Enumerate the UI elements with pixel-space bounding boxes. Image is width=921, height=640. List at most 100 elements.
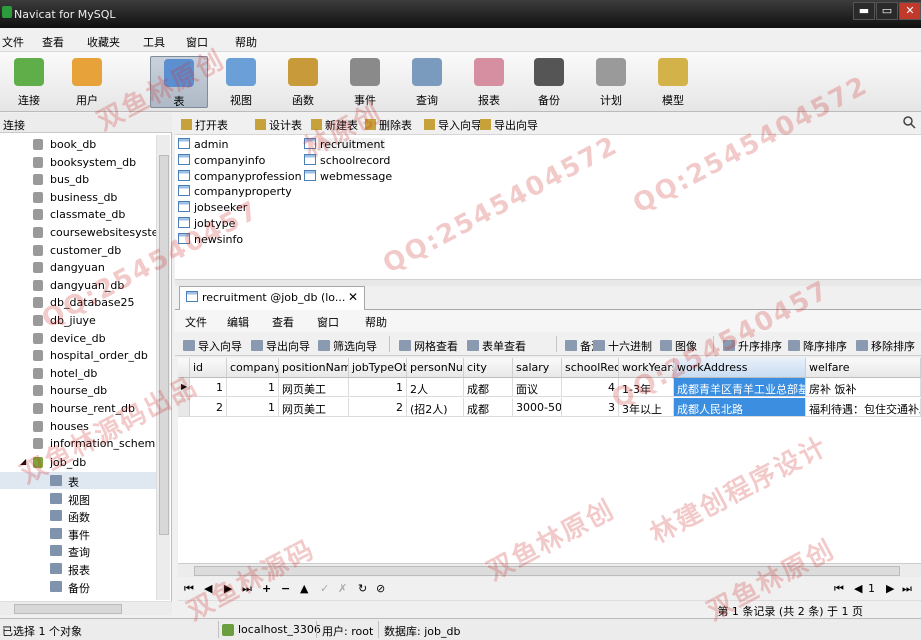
tree-item-function[interactable]: 函数 — [0, 507, 160, 524]
inner-menu-file[interactable]: 文件 — [185, 314, 207, 330]
table-cell[interactable]: 2人 — [407, 378, 464, 397]
tree-vertical-scrollbar[interactable] — [156, 135, 170, 600]
table-object[interactable]: companyproperty — [178, 185, 292, 198]
scroll-thumb[interactable] — [14, 604, 122, 614]
search-icon[interactable] — [902, 115, 916, 129]
toolbar-schedule-button[interactable]: 计划 — [582, 56, 640, 108]
tree-item-backup[interactable]: 备份 — [0, 578, 160, 595]
table-cell[interactable]: 房补 饭补 — [806, 378, 921, 397]
toolbar-backup-button[interactable]: 备份 — [520, 56, 578, 108]
object-toolbar-button[interactable]: 设计表 — [255, 117, 302, 133]
tree-item-database[interactable]: hourse_rent_db — [0, 400, 160, 417]
inner-menu-view[interactable]: 查看 — [272, 314, 294, 330]
tree-item-database[interactable]: device_db — [0, 330, 160, 347]
expand-arrow-icon[interactable]: ◢ — [20, 457, 26, 466]
column-header[interactable]: workYears — [619, 358, 674, 378]
tree-horizontal-scrollbar[interactable] — [0, 601, 172, 615]
toolbar-user-button[interactable]: 用户 — [58, 56, 116, 108]
table-object[interactable]: schoolrecord — [304, 153, 390, 167]
first-record-button[interactable]: ⏮ — [184, 582, 194, 596]
tree-item-database[interactable]: information_schema — [0, 435, 160, 452]
tree-item-view[interactable]: 视图 — [0, 490, 160, 507]
table-cell[interactable]: 福利待遇：包住交通补助 — [806, 398, 921, 417]
toolbar-view-button[interactable]: 视图 — [212, 56, 270, 108]
last-record-button[interactable]: ⏭ — [242, 582, 252, 596]
column-header[interactable]: jobTypeOb — [349, 358, 407, 378]
grid-horizontal-scrollbar[interactable] — [178, 563, 921, 577]
table-cell[interactable]: 2 — [190, 398, 227, 417]
table-cell[interactable]: 3000-500 — [513, 398, 562, 417]
inner-toolbar-button[interactable]: 图像 — [660, 338, 697, 354]
apply-button[interactable]: ✓ — [320, 582, 329, 595]
table-cell[interactable]: (招2人) — [407, 398, 464, 417]
table-object[interactable]: jobseeker — [178, 201, 247, 214]
tree-item-database[interactable]: dangyuan_db — [0, 277, 160, 294]
toolbar-connection-button[interactable]: 连接 — [0, 56, 58, 108]
prev-page-button[interactable]: ◀ — [854, 582, 862, 595]
page-number[interactable]: 1 — [868, 582, 875, 595]
inner-toolbar-button[interactable]: 移除排序 — [856, 338, 915, 354]
row-selector[interactable] — [178, 398, 190, 417]
inner-menu-edit[interactable]: 编辑 — [227, 314, 249, 330]
table-cell[interactable]: 3年以上 — [619, 398, 674, 417]
toolbar-event-button[interactable]: 事件 — [336, 56, 394, 108]
table-cell[interactable]: 成都青羊区青羊工业总部基 — [674, 378, 806, 397]
menu-window[interactable]: 窗口 — [186, 34, 208, 50]
column-header[interactable]: city — [464, 358, 513, 378]
column-header[interactable]: schoolRec — [562, 358, 619, 378]
table-object[interactable]: admin — [178, 138, 228, 151]
column-header[interactable]: personNur — [407, 358, 464, 378]
first-page-button[interactable]: ⏮ — [834, 582, 844, 596]
inner-toolbar-button[interactable]: 升序排序 — [723, 338, 782, 354]
column-header[interactable]: id — [190, 358, 227, 378]
tree-item-table[interactable]: 表 — [0, 472, 160, 489]
last-page-button[interactable]: ⏭ — [902, 582, 912, 596]
table-cell[interactable]: 1 — [349, 378, 407, 397]
object-toolbar-button[interactable]: 导入向导 — [424, 117, 482, 133]
table-object[interactable]: jobtype — [178, 217, 235, 230]
table-cell[interactable]: 成都人民北路 — [674, 398, 806, 417]
minimize-button[interactable]: ▬ — [853, 2, 875, 20]
table-cell[interactable]: 4 — [562, 378, 619, 397]
table-object[interactable]: recruitment — [304, 138, 385, 151]
next-page-button[interactable]: ▶ — [886, 582, 894, 595]
table-object[interactable]: webmessage — [304, 169, 392, 183]
refresh-button[interactable]: ↻ — [358, 582, 367, 595]
inner-menu-help[interactable]: 帮助 — [365, 314, 387, 330]
tree-item-database[interactable]: db_database25 — [0, 294, 160, 311]
inner-toolbar-button[interactable]: 表单查看 — [467, 338, 526, 354]
table-cell[interactable]: 网页美工 — [279, 398, 349, 417]
column-header[interactable]: positionNam — [279, 358, 349, 378]
table-cell[interactable]: 1 — [227, 398, 279, 417]
tree-item-report[interactable]: 报表 — [0, 560, 160, 577]
toolbar-report-button[interactable]: 报表 — [460, 56, 518, 108]
inner-toolbar-button[interactable]: 降序排序 — [788, 338, 847, 354]
tree-item-query[interactable]: 查询 — [0, 542, 160, 559]
tree-item-database[interactable]: houses — [0, 418, 160, 435]
tree-item-database[interactable]: hotel_db — [0, 365, 160, 382]
tab-close-icon[interactable]: ✕ — [348, 290, 358, 304]
inner-menu-window[interactable]: 窗口 — [317, 314, 339, 330]
table-cell[interactable]: 2 — [349, 398, 407, 417]
table-cell[interactable]: 3 — [562, 398, 619, 417]
toolbar-function-button[interactable]: 函数 — [274, 56, 332, 108]
row-selector[interactable]: ▶ — [178, 378, 190, 397]
tree-item-event[interactable]: 事件 — [0, 525, 160, 542]
stop-button[interactable]: ⊘ — [376, 582, 385, 595]
tree-item-database[interactable]: dangyuan — [0, 259, 160, 276]
table-cell[interactable]: 1-3年 — [619, 378, 674, 397]
table-cell[interactable]: 成都 — [464, 398, 513, 417]
inner-toolbar-button[interactable]: 导出向导 — [251, 338, 310, 354]
inner-toolbar-button[interactable]: 十六进制 — [593, 338, 652, 354]
tree-item-open-database[interactable]: ◢ job_db — [0, 454, 160, 471]
close-button[interactable]: ✕ — [899, 2, 921, 20]
tree-item-database[interactable]: hourse_db — [0, 382, 160, 399]
menu-help[interactable]: 帮助 — [235, 34, 257, 50]
table-object[interactable]: companyinfo — [178, 153, 265, 167]
column-header[interactable]: workAddress — [674, 358, 806, 378]
table-cell[interactable]: 成都 — [464, 378, 513, 397]
table-cell[interactable]: 1 — [227, 378, 279, 397]
table-cell[interactable]: 面议 — [513, 378, 562, 397]
tree-item-database[interactable]: coursewebsitesyster — [0, 224, 160, 241]
table-cell[interactable]: 网页美工 — [279, 378, 349, 397]
